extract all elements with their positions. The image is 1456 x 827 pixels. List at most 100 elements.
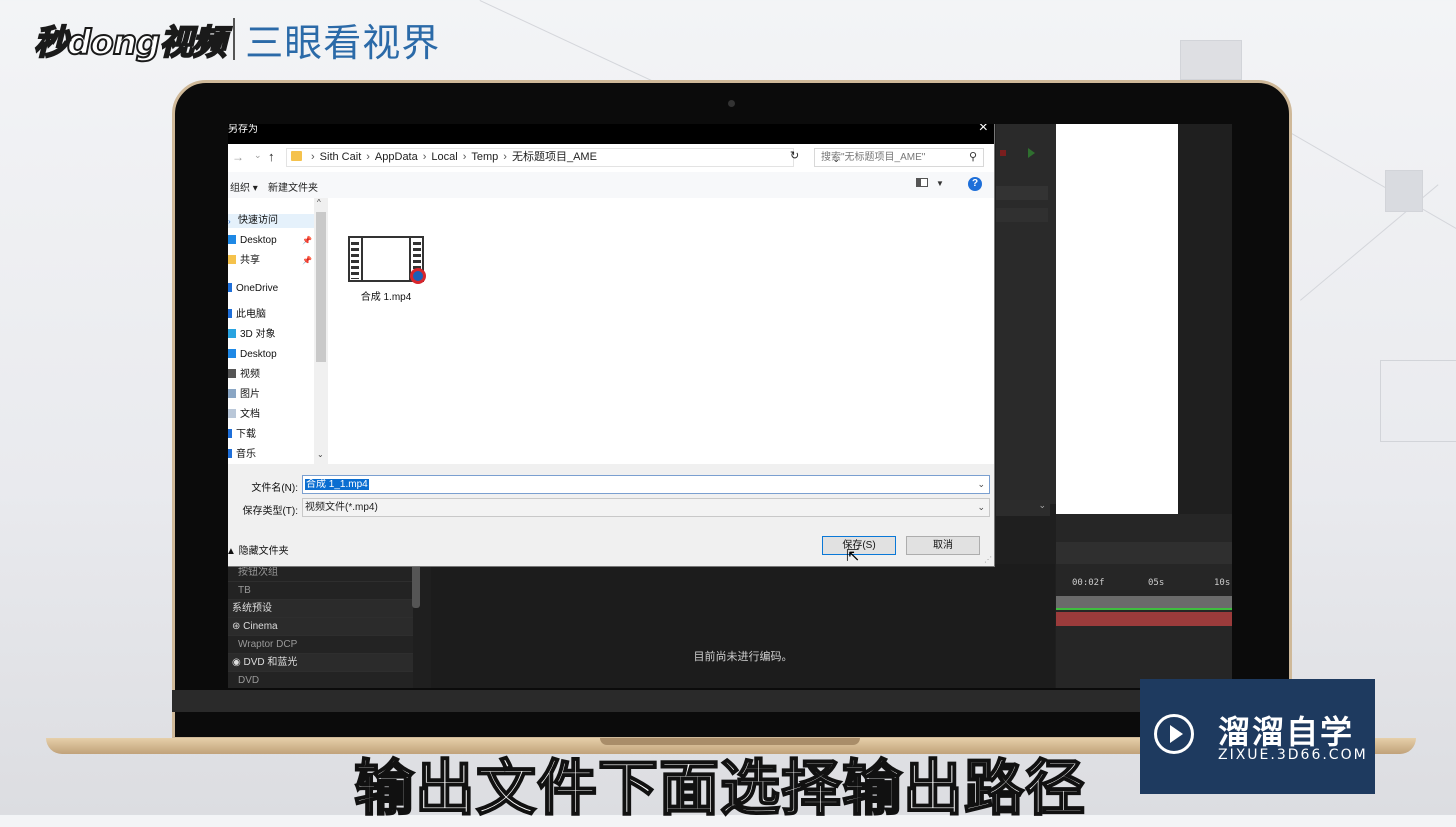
filetype-label: 保存类型(T): — [228, 502, 298, 517]
preset-group[interactable]: 系统预设 — [228, 600, 413, 618]
breadcrumb-item[interactable]: Sith Cait — [320, 151, 362, 163]
video-icon — [228, 369, 236, 378]
stop-icon[interactable] — [1000, 150, 1006, 156]
queue-row — [996, 186, 1048, 200]
breadcrumb[interactable]: ›Sith Cait›AppData›Local›Temp›无标题项目_AME … — [286, 148, 794, 167]
show-name: 三眼看视界 — [245, 12, 440, 67]
timeline-ruler: 00:02f 05s 10s — [1056, 576, 1232, 592]
filename-input[interactable]: 合成 1_1.mp4 ⌄ — [302, 475, 990, 494]
cloud-icon — [228, 283, 232, 292]
save-form: 文件名(N): 合成 1_1.mp4 ⌄ 保存类型(T): 视频文件(*.mp4… — [228, 464, 994, 566]
music-icon — [228, 449, 232, 458]
timeline-track — [1056, 596, 1232, 610]
chevron-down-icon[interactable]: ▼ — [936, 179, 944, 188]
timeline-header — [1056, 542, 1232, 564]
queue-panel — [996, 124, 1056, 504]
logo-divider — [233, 18, 235, 60]
background-box — [1180, 40, 1242, 80]
nav-item-desktop-pc[interactable]: Desktop — [228, 348, 277, 362]
breadcrumb-item[interactable]: AppData — [375, 151, 418, 163]
help-icon[interactable]: ? — [968, 177, 982, 191]
resize-grip-icon[interactable]: ⋰ — [984, 555, 992, 564]
cube-icon — [228, 329, 236, 338]
new-folder-button[interactable]: 新建文件夹 — [268, 179, 318, 194]
download-icon — [228, 429, 232, 438]
brand-name: 秒dong视频 — [34, 15, 225, 64]
preset-row[interactable]: Wraptor DCP — [228, 636, 413, 654]
preset-scrollbar[interactable] — [412, 564, 420, 608]
recent-dropdown-icon[interactable]: ⌄ — [254, 150, 262, 161]
chevron-down-icon[interactable]: ⌄ — [977, 476, 985, 493]
breadcrumb-item[interactable]: 无标题项目_AME — [512, 151, 597, 163]
media-encoder-badge-icon — [410, 268, 426, 284]
breadcrumb-item[interactable]: Local — [431, 151, 457, 163]
scroll-thumb[interactable] — [316, 212, 326, 362]
file-item[interactable]: 合成 1.mp4 — [346, 236, 426, 304]
preview-panel — [1056, 124, 1178, 514]
forward-arrow-icon[interactable]: → — [232, 150, 244, 164]
scroll-up-icon[interactable]: ^ — [317, 198, 321, 207]
preset-group[interactable]: ◉ DVD 和蓝光 — [228, 654, 413, 672]
close-icon[interactable]: × — [979, 124, 988, 135]
view-mode-icon[interactable] — [916, 178, 928, 187]
nav-item-downloads[interactable]: 下载 — [228, 428, 256, 442]
desktop-icon — [228, 235, 236, 244]
filename-label: 文件名(N): — [228, 479, 298, 494]
laptop-bezel-bottom — [172, 690, 1292, 712]
format-dropdown[interactable]: ⌄ — [996, 500, 1050, 516]
play-icon[interactable] — [1028, 148, 1035, 158]
cancel-button[interactable]: 取消 — [906, 536, 980, 555]
timeline-track — [1056, 612, 1232, 626]
search-icon[interactable]: ⚲ — [969, 149, 977, 166]
encoding-status: 目前尚未进行编码。 — [431, 648, 1055, 664]
computer-icon — [228, 309, 232, 318]
folder-icon — [228, 255, 236, 264]
nav-item-videos[interactable]: 视频 — [228, 368, 260, 382]
preset-row[interactable]: TB — [228, 582, 413, 600]
up-arrow-icon[interactable]: ↑ — [268, 149, 275, 164]
pin-icon[interactable]: 📌 — [302, 256, 312, 265]
nav-item-desktop[interactable]: Desktop — [228, 234, 277, 248]
preset-row[interactable]: 按钮次组 — [228, 564, 413, 582]
encoding-panel: 目前尚未进行编码。 — [431, 564, 1055, 688]
filetype-select[interactable]: 视频文件(*.mp4) ⌄ — [302, 498, 990, 517]
star-icon: › — [228, 215, 234, 224]
navigation-pane: ›快速访问 Desktop 📌 共享 📌 OneDrive 此电脑 3D 对象 … — [228, 198, 328, 464]
nav-item-onedrive[interactable]: OneDrive — [228, 282, 278, 296]
timeline-tick: 00:02f — [1072, 578, 1105, 588]
dialog-titlebar[interactable]: 另存为 × — [228, 124, 994, 144]
nav-item-this-pc[interactable]: 此电脑 — [228, 308, 266, 322]
save-as-dialog: 另存为 × → ⌄ ↑ ›Sith Cait›AppData›Local›Tem… — [228, 124, 994, 566]
channel-logo: 秒dong视频 三眼看视界 — [34, 12, 440, 66]
organize-menu[interactable]: 组织 ▾ — [230, 179, 258, 194]
breadcrumb-item[interactable]: Temp — [471, 151, 498, 163]
background-box — [1385, 170, 1423, 212]
timeline-tick: 05s — [1148, 578, 1164, 588]
search-placeholder: 搜索"无标题项目_AME" — [821, 152, 925, 163]
document-icon — [228, 409, 236, 418]
nav-item-shared[interactable]: 共享 — [228, 254, 260, 268]
nav-item-quick-access[interactable]: ›快速访问 — [228, 214, 320, 228]
dialog-toolbar: 组织 ▾ 新建文件夹 ▼ ? — [228, 172, 994, 199]
nav-item-3d-objects[interactable]: 3D 对象 — [228, 328, 276, 342]
laptop-screen: ⌄ 00:02f 05s 10s 按钮次组 TB 系统预设 ⊛ Cinema W… — [228, 124, 1232, 688]
nav-item-music[interactable]: 音乐 — [228, 448, 256, 462]
file-name: 合成 1.mp4 — [346, 288, 426, 303]
webcam — [728, 100, 735, 107]
preset-row[interactable]: DVD — [228, 672, 413, 688]
mouse-cursor-icon: ⇱ — [846, 546, 859, 566]
dialog-title: 另存为 — [228, 124, 258, 136]
refresh-icon[interactable]: ↻ — [790, 149, 799, 162]
preset-group[interactable]: ⊛ Cinema — [228, 618, 413, 636]
nav-item-pictures[interactable]: 图片 — [228, 388, 260, 402]
chevron-down-icon[interactable]: ⌄ — [977, 499, 985, 516]
background-box — [1380, 360, 1456, 442]
desktop-icon — [228, 349, 236, 358]
scroll-down-icon[interactable]: ⌄ — [317, 450, 324, 459]
filename-value: 合成 1_1.mp4 — [305, 479, 369, 490]
pin-icon[interactable]: 📌 — [302, 236, 312, 245]
search-input[interactable]: 搜索"无标题项目_AME" ⚲ — [814, 148, 984, 167]
hide-folders-toggle[interactable]: ▲ 隐藏文件夹 — [228, 542, 289, 557]
queue-row — [996, 208, 1048, 222]
nav-item-documents[interactable]: 文档 — [228, 408, 260, 422]
